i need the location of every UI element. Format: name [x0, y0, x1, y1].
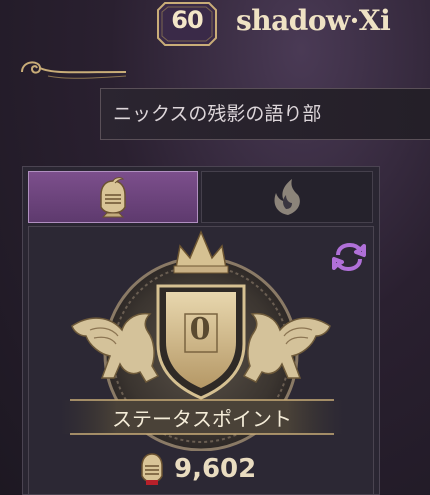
crown-icon: [173, 230, 229, 274]
player-level: 60: [171, 6, 203, 34]
flame-leaf-icon: [274, 179, 300, 215]
left-griffin-icon: [71, 312, 160, 383]
tab-guild[interactable]: [201, 171, 373, 223]
title-bar: ニックスの残影の語り部: [100, 88, 430, 140]
stat-points-banner: ステータスポイント: [60, 396, 344, 438]
ornament-divider: [21, 61, 127, 79]
tab-knight[interactable]: [28, 171, 198, 223]
knight-helmet-icon: [100, 177, 126, 218]
level-badge: 60: [157, 2, 217, 46]
points-value: 9,602: [174, 454, 257, 484]
player-title: ニックスの残影の語り部: [113, 103, 322, 125]
knight-token-icon: [141, 453, 163, 485]
right-griffin-icon: [242, 312, 331, 383]
player-name: shadow·Xi: [236, 4, 391, 37]
shield-value: 0: [189, 312, 211, 347]
stat-points-label: ステータスポイント: [112, 407, 292, 431]
